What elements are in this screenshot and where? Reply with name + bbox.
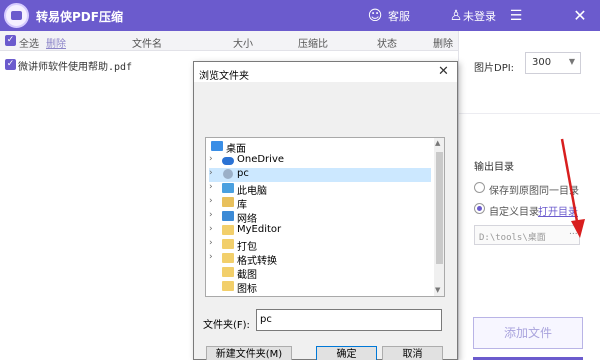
chevron-right-icon[interactable]: ›: [209, 168, 213, 178]
file-name: 微讲师软件使用帮助.pdf: [18, 62, 133, 73]
support-button[interactable]: 客服: [388, 8, 410, 24]
app-title: 转易侠PDF压缩: [36, 10, 123, 24]
chevron-right-icon[interactable]: ›: [209, 196, 213, 206]
annotation-arrow: [560, 138, 585, 238]
title-bar: 转易侠PDF压缩 ☺ 客服 ♙ 未登录 ☰ ✕: [0, 0, 600, 31]
column-delete: 删除: [433, 39, 453, 50]
browse-folder-dialog: 浏览文件夹 ✕ 桌面 › OneDrive › pc › 此电脑 › 库 › 网…: [193, 61, 458, 360]
folder-input[interactable]: pc: [256, 309, 442, 331]
ok-button[interactable]: 确定: [316, 346, 377, 360]
dialog-title-bar: 浏览文件夹 ✕: [194, 62, 457, 82]
folder-tree[interactable]: 桌面 › OneDrive › pc › 此电脑 › 库 › 网络 › MyEd…: [205, 137, 445, 297]
file-list-header: ✓ 全选 删除 文件名 大小 压缩比 状态 删除: [0, 31, 458, 51]
folder-icon: [222, 239, 234, 249]
radio-same-dir[interactable]: [474, 182, 485, 193]
dpi-select[interactable]: 300 ▼: [525, 52, 581, 74]
radio-custom-dir[interactable]: [474, 203, 485, 214]
login-button[interactable]: 未登录: [463, 8, 496, 24]
folder-field-label: 文件夹(F):: [203, 320, 250, 331]
dpi-value: 300: [532, 57, 552, 68]
folder-icon: [222, 267, 234, 277]
app-logo: [4, 3, 29, 28]
file-checkbox[interactable]: ✓: [5, 59, 16, 70]
scroll-thumb[interactable]: [436, 152, 443, 264]
folder-icon: [222, 253, 234, 263]
column-size: 大小: [233, 39, 253, 50]
chevron-right-icon[interactable]: ›: [209, 224, 213, 234]
user-icon: [223, 169, 233, 179]
select-all-label[interactable]: 全选: [19, 35, 39, 50]
library-icon: [222, 197, 234, 207]
output-dir-title: 输出目录: [474, 162, 514, 173]
delete-selected-link[interactable]: 删除: [46, 35, 66, 50]
scroll-down-icon[interactable]: ▼: [435, 286, 440, 294]
chevron-right-icon[interactable]: ›: [209, 182, 213, 192]
chevron-right-icon[interactable]: ›: [209, 210, 213, 220]
desktop-icon: [211, 141, 223, 151]
tree-item-myeditor[interactable]: › MyEditor: [209, 224, 431, 238]
add-file-button[interactable]: 添加文件: [473, 317, 583, 349]
chevron-right-icon[interactable]: ›: [209, 154, 213, 164]
column-filename: 文件名: [132, 39, 162, 50]
tree-item-icons[interactable]: 图标: [209, 280, 431, 295]
cloud-icon: [222, 157, 234, 165]
tree-item-format-convert[interactable]: › 格式转换: [209, 252, 431, 267]
dpi-label: 图片DPI:: [474, 63, 515, 74]
new-folder-button[interactable]: 新建文件夹(M): [206, 346, 292, 360]
cancel-button[interactable]: 取消: [382, 346, 443, 360]
tree-item-library[interactable]: › 库: [209, 196, 431, 211]
column-ratio: 压缩比: [298, 39, 328, 50]
tree-scrollbar[interactable]: ▲ ▼: [434, 138, 444, 296]
dialog-close-icon[interactable]: ✕: [438, 64, 449, 79]
network-icon: [222, 211, 234, 221]
dialog-title: 浏览文件夹: [199, 71, 249, 82]
tree-item-screenshots[interactable]: 截图: [209, 266, 431, 281]
scroll-up-icon[interactable]: ▲: [435, 139, 440, 147]
tree-item-this-pc[interactable]: › 此电脑: [209, 182, 431, 197]
menu-icon[interactable]: ☰: [506, 6, 526, 26]
tree-item-network[interactable]: › 网络: [209, 210, 431, 225]
close-icon[interactable]: ✕: [570, 6, 590, 26]
select-all-checkbox[interactable]: ✓: [5, 35, 16, 46]
chevron-right-icon[interactable]: ›: [209, 238, 213, 248]
radio-custom-dir-label[interactable]: 自定义目录: [489, 203, 539, 218]
chevron-down-icon: ▼: [568, 57, 575, 66]
tree-item-pack[interactable]: › 打包: [209, 238, 431, 253]
folder-icon: [222, 225, 234, 235]
tree-item-desktop[interactable]: 桌面: [209, 140, 431, 155]
folder-icon: [222, 281, 234, 291]
chat-icon[interactable]: ☺: [365, 6, 385, 26]
column-status: 状态: [377, 39, 397, 50]
tree-item-onedrive[interactable]: › OneDrive: [209, 154, 431, 168]
chevron-right-icon[interactable]: ›: [209, 252, 213, 262]
tree-item-pc[interactable]: › pc: [209, 168, 431, 182]
divider: [459, 113, 600, 114]
computer-icon: [222, 183, 234, 193]
